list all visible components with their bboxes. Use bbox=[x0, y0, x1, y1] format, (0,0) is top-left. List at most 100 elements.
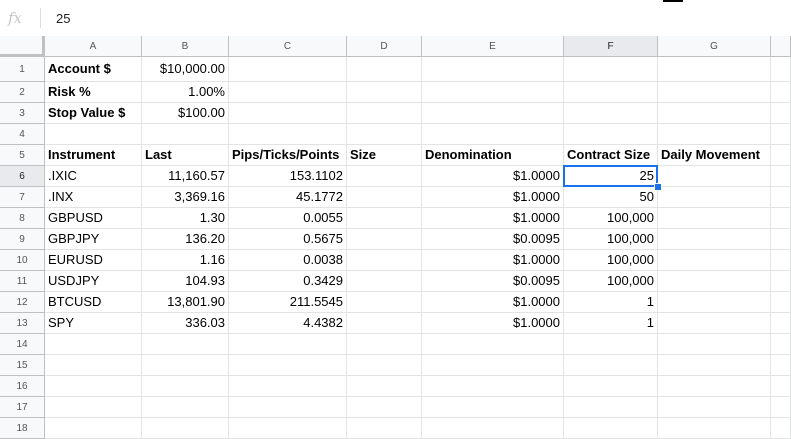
fill-handle[interactable] bbox=[654, 183, 662, 191]
cell-b15[interactable] bbox=[142, 355, 229, 376]
cell-g17[interactable] bbox=[658, 397, 771, 418]
cell-d6[interactable] bbox=[347, 166, 422, 187]
cell-a1[interactable]: Account $ bbox=[45, 57, 142, 82]
cell-d4[interactable] bbox=[347, 124, 422, 145]
cell-a6[interactable]: .IXIC bbox=[45, 166, 142, 187]
cell-c3[interactable] bbox=[229, 103, 347, 124]
cell-g1[interactable] bbox=[658, 57, 771, 82]
cell-c5[interactable]: Pips/Ticks/Points bbox=[229, 145, 347, 166]
row-header-8[interactable]: 8 bbox=[0, 208, 45, 229]
cell-b17[interactable] bbox=[142, 397, 229, 418]
cell-c16[interactable] bbox=[229, 376, 347, 397]
cell-b7[interactable]: 3,369.16 bbox=[142, 187, 229, 208]
cell-a16[interactable] bbox=[45, 376, 142, 397]
cell-b1[interactable]: $10,000.00 bbox=[142, 57, 229, 82]
cell-b5[interactable]: Last bbox=[142, 145, 229, 166]
cell-d8[interactable] bbox=[347, 208, 422, 229]
cell-g14[interactable] bbox=[658, 334, 771, 355]
cell-g4[interactable] bbox=[658, 124, 771, 145]
cell-c17[interactable] bbox=[229, 397, 347, 418]
cell-g8[interactable] bbox=[658, 208, 771, 229]
cell-a14[interactable] bbox=[45, 334, 142, 355]
cell-f16[interactable] bbox=[564, 376, 658, 397]
cell-g6[interactable] bbox=[658, 166, 771, 187]
cell-b6[interactable]: 11,160.57 bbox=[142, 166, 229, 187]
cell-g16[interactable] bbox=[658, 376, 771, 397]
cell-g9[interactable] bbox=[658, 229, 771, 250]
cell-g2[interactable] bbox=[658, 82, 771, 103]
cell-g5[interactable]: Daily Movement bbox=[658, 145, 771, 166]
column-header-g[interactable]: G bbox=[658, 36, 771, 57]
cell-b9[interactable]: 136.20 bbox=[142, 229, 229, 250]
cell-f13[interactable]: 1 bbox=[564, 313, 658, 334]
cell-b11[interactable]: 104.93 bbox=[142, 271, 229, 292]
column-header-f[interactable]: F bbox=[564, 36, 658, 57]
cell-f8[interactable]: 100,000 bbox=[564, 208, 658, 229]
row-header-5[interactable]: 5 bbox=[0, 145, 45, 166]
cell-c12[interactable]: 211.5545 bbox=[229, 292, 347, 313]
cell-f2[interactable] bbox=[564, 82, 658, 103]
cell-a18[interactable] bbox=[45, 418, 142, 439]
row-header-6[interactable]: 6 bbox=[0, 166, 45, 187]
select-all-corner[interactable] bbox=[0, 36, 45, 57]
cell-f18[interactable] bbox=[564, 418, 658, 439]
cell-c2[interactable] bbox=[229, 82, 347, 103]
row-header-15[interactable]: 15 bbox=[0, 355, 45, 376]
cell-e12[interactable]: $1.0000 bbox=[422, 292, 564, 313]
column-header-b[interactable]: B bbox=[142, 36, 229, 57]
cell-e3[interactable] bbox=[422, 103, 564, 124]
cell-g11[interactable] bbox=[658, 271, 771, 292]
cell-d13[interactable] bbox=[347, 313, 422, 334]
cell-b12[interactable]: 13,801.90 bbox=[142, 292, 229, 313]
cell-e10[interactable]: $1.0000 bbox=[422, 250, 564, 271]
row-header-4[interactable]: 4 bbox=[0, 124, 45, 145]
cell-d7[interactable] bbox=[347, 187, 422, 208]
cell-a7[interactable]: .INX bbox=[45, 187, 142, 208]
cell-g7[interactable] bbox=[658, 187, 771, 208]
cell-f12[interactable]: 1 bbox=[564, 292, 658, 313]
cell-a8[interactable]: GBPUSD bbox=[45, 208, 142, 229]
cell-f9[interactable]: 100,000 bbox=[564, 229, 658, 250]
cell-e2[interactable] bbox=[422, 82, 564, 103]
cell-e4[interactable] bbox=[422, 124, 564, 145]
cell-a9[interactable]: GBPJPY bbox=[45, 229, 142, 250]
cell-d3[interactable] bbox=[347, 103, 422, 124]
cell-d5[interactable]: Size bbox=[347, 145, 422, 166]
cell-d1[interactable] bbox=[347, 57, 422, 82]
row-header-9[interactable]: 9 bbox=[0, 229, 45, 250]
row-header-2[interactable]: 2 bbox=[0, 82, 45, 103]
cell-b13[interactable]: 336.03 bbox=[142, 313, 229, 334]
cell-f6[interactable]: 25 bbox=[564, 166, 658, 187]
cell-f11[interactable]: 100,000 bbox=[564, 271, 658, 292]
cell-a15[interactable] bbox=[45, 355, 142, 376]
formula-input[interactable]: 25 bbox=[56, 11, 70, 26]
cell-a12[interactable]: BTCUSD bbox=[45, 292, 142, 313]
cell-c15[interactable] bbox=[229, 355, 347, 376]
cell-e8[interactable]: $1.0000 bbox=[422, 208, 564, 229]
row-header-7[interactable]: 7 bbox=[0, 187, 45, 208]
cell-d10[interactable] bbox=[347, 250, 422, 271]
cell-f14[interactable] bbox=[564, 334, 658, 355]
column-header-a[interactable]: A bbox=[45, 36, 142, 57]
cell-c11[interactable]: 0.3429 bbox=[229, 271, 347, 292]
cell-f7[interactable]: 50 bbox=[564, 187, 658, 208]
column-header-d[interactable]: D bbox=[347, 36, 422, 57]
row-header-12[interactable]: 12 bbox=[0, 292, 45, 313]
cell-c7[interactable]: 45.1772 bbox=[229, 187, 347, 208]
cell-c4[interactable] bbox=[229, 124, 347, 145]
cell-d18[interactable] bbox=[347, 418, 422, 439]
cell-e18[interactable] bbox=[422, 418, 564, 439]
cell-d11[interactable] bbox=[347, 271, 422, 292]
cell-a13[interactable]: SPY bbox=[45, 313, 142, 334]
cell-f17[interactable] bbox=[564, 397, 658, 418]
cell-a5[interactable]: Instrument bbox=[45, 145, 142, 166]
column-header-e[interactable]: E bbox=[422, 36, 564, 57]
cell-g13[interactable] bbox=[658, 313, 771, 334]
cell-b10[interactable]: 1.16 bbox=[142, 250, 229, 271]
cell-f5[interactable]: Contract Size bbox=[564, 145, 658, 166]
cell-b16[interactable] bbox=[142, 376, 229, 397]
cell-e13[interactable]: $1.0000 bbox=[422, 313, 564, 334]
cell-c14[interactable] bbox=[229, 334, 347, 355]
cell-e6[interactable]: $1.0000 bbox=[422, 166, 564, 187]
cell-e15[interactable] bbox=[422, 355, 564, 376]
